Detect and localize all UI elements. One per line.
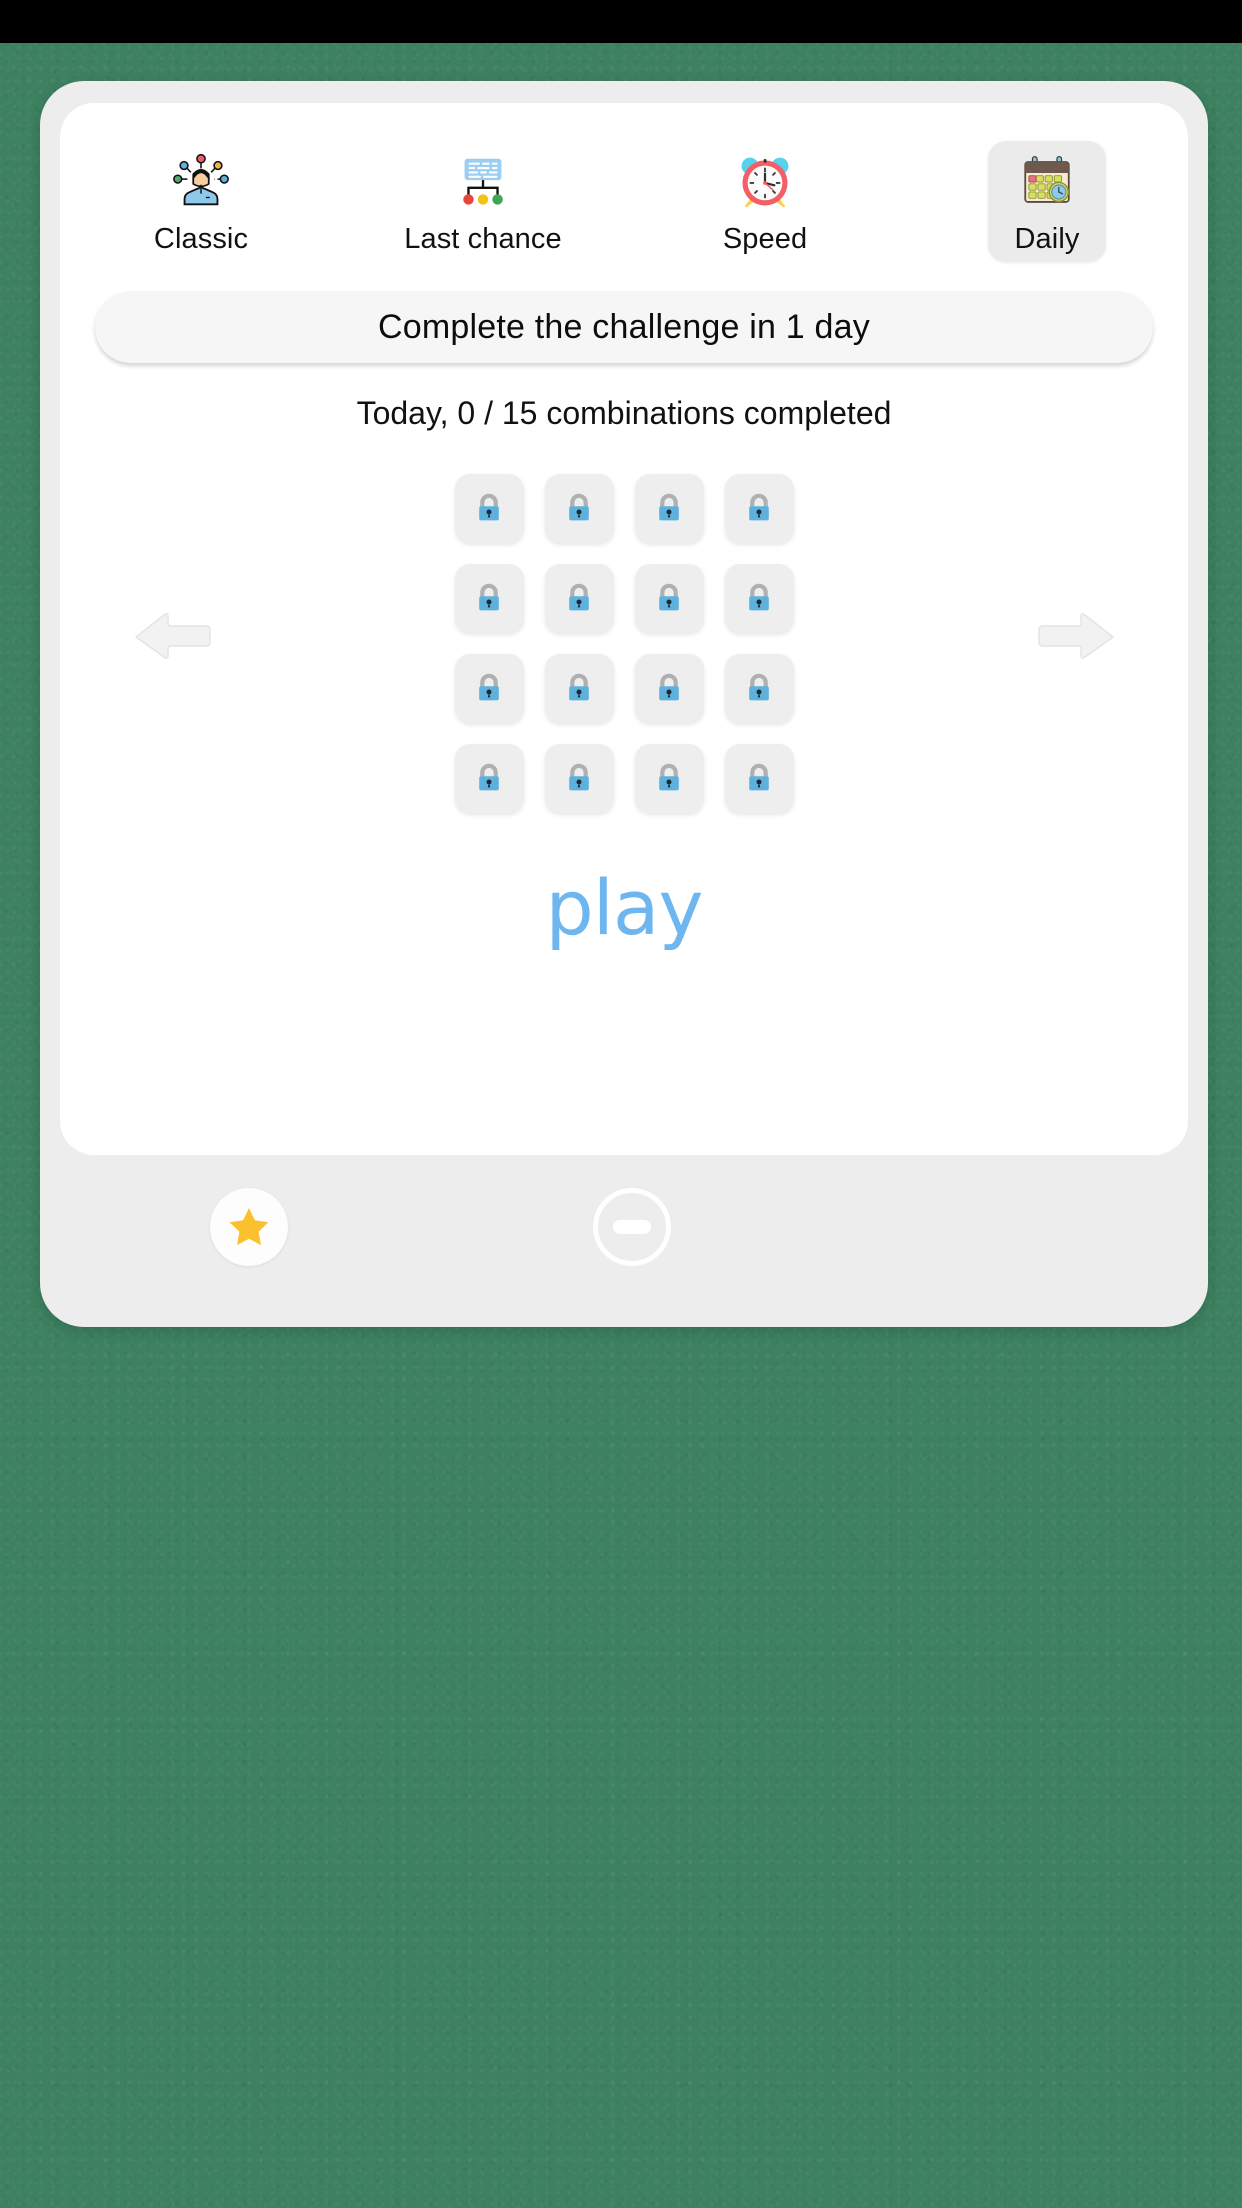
lock-icon <box>569 763 589 791</box>
grid-cell[interactable] <box>534 733 624 823</box>
main-panel: Classic Last chance Speed Daily Complete… <box>60 103 1188 1155</box>
calendar-clock-icon <box>1014 149 1080 215</box>
lock-icon <box>479 763 499 791</box>
lock-tile <box>454 743 524 813</box>
next-arrow-button[interactable] <box>1035 608 1117 666</box>
tab-classic[interactable]: Classic <box>60 131 342 276</box>
grid-cell[interactable] <box>534 553 624 643</box>
lock-tile <box>454 473 524 543</box>
tab-speed[interactable]: Speed <box>624 131 906 276</box>
lock-icon <box>479 493 499 521</box>
lock-tile <box>724 473 794 543</box>
status-bar <box>0 0 1242 43</box>
progress-text: Today, 0 / 15 combinations completed <box>356 395 892 431</box>
grid-cell[interactable] <box>714 463 804 553</box>
lock-icon <box>479 583 499 611</box>
grid-cell[interactable] <box>534 643 624 733</box>
favorite-button[interactable] <box>210 1188 288 1266</box>
lock-tile <box>544 473 614 543</box>
grid-cell[interactable] <box>624 553 714 643</box>
star-icon <box>229 1208 269 1246</box>
minus-circle-icon <box>613 1220 651 1234</box>
grid-cell[interactable] <box>444 463 534 553</box>
lock-icon <box>479 673 499 701</box>
tab-label-speed: Speed <box>722 223 808 255</box>
grid-cell[interactable] <box>714 643 804 733</box>
grid-cell[interactable] <box>714 733 804 823</box>
lock-tile <box>634 653 704 723</box>
brainstorm-person-icon <box>168 149 234 215</box>
grid-cell[interactable] <box>444 733 534 823</box>
lock-icon <box>569 673 589 701</box>
previous-arrow-button[interactable] <box>132 608 214 666</box>
grid-cell[interactable] <box>624 643 714 733</box>
footer-bar <box>40 1155 1208 1327</box>
lock-icon <box>749 673 769 701</box>
lock-tile <box>724 653 794 723</box>
tab-label-classic: Classic <box>153 223 249 255</box>
lock-tile <box>724 563 794 633</box>
arrow-right-icon <box>1038 613 1114 659</box>
grid-cell[interactable] <box>624 463 714 553</box>
tab-label-last-chance: Last chance <box>404 223 562 255</box>
lock-icon <box>749 583 769 611</box>
combinations-grid <box>444 463 804 823</box>
grid-cell[interactable] <box>444 553 534 643</box>
lock-tile <box>634 743 704 813</box>
lock-tile <box>454 653 524 723</box>
lock-tile <box>454 563 524 633</box>
tab-label-daily: Daily <box>1014 223 1080 255</box>
grid-cell[interactable] <box>714 553 804 643</box>
arrow-left-icon <box>135 613 211 659</box>
lock-icon <box>569 583 589 611</box>
lock-tile <box>724 743 794 813</box>
remove-button[interactable] <box>593 1188 671 1266</box>
lock-icon <box>659 583 679 611</box>
lock-icon <box>659 763 679 791</box>
play-button[interactable]: play <box>60 863 1188 952</box>
grid-cell[interactable] <box>534 463 624 553</box>
tab-daily[interactable]: Daily <box>906 131 1188 276</box>
lock-icon <box>569 493 589 521</box>
alarm-clock-icon <box>732 149 798 215</box>
lock-icon <box>749 763 769 791</box>
lock-tile <box>634 563 704 633</box>
lock-icon <box>749 493 769 521</box>
grid-cell[interactable] <box>624 733 714 823</box>
challenge-banner: Complete the challenge in 1 day <box>95 291 1153 363</box>
challenge-banner-text: Complete the challenge in 1 day <box>378 307 870 346</box>
lock-tile <box>634 473 704 543</box>
tab-last-chance[interactable]: Last chance <box>342 131 624 276</box>
lock-tile <box>544 653 614 723</box>
mode-tab-bar: Classic Last chance Speed Daily <box>60 131 1188 276</box>
decision-tree-icon <box>450 149 516 215</box>
lock-icon <box>659 493 679 521</box>
lock-tile <box>544 743 614 813</box>
app-shell: Classic Last chance Speed Daily Complete… <box>40 81 1208 1327</box>
grid-cell[interactable] <box>444 643 534 733</box>
lock-tile <box>544 563 614 633</box>
lock-icon <box>659 673 679 701</box>
combinations-grid-wrapper <box>60 453 1188 833</box>
